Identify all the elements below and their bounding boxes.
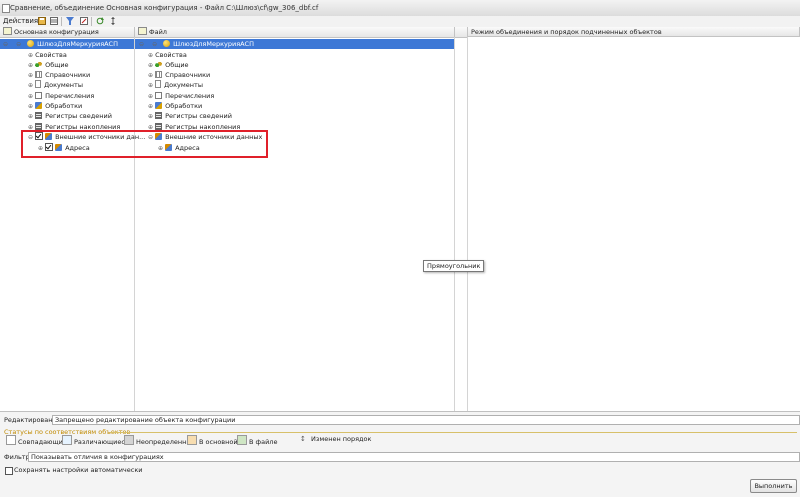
highlight-rectangle: [21, 130, 268, 158]
expand-icon[interactable]: ⊖: [152, 40, 157, 50]
divider: [134, 37, 135, 411]
edit-icon[interactable]: [80, 17, 88, 25]
configuration-icon: [163, 40, 171, 47]
filter-field[interactable]: Показывать отличия в конфигурациях: [28, 452, 800, 462]
autosave-label: Сохранять настройки автоматически: [14, 466, 143, 474]
tooltip: Прямоугольник: [423, 260, 485, 272]
common-icon: [35, 61, 43, 68]
tree-item-documents[interactable]: ⊕ Документы: [28, 80, 83, 90]
editing-field[interactable]: Запрещено редактирование объекта конфигу…: [52, 415, 800, 425]
tree-item-processings[interactable]: ⊕ Обработки: [28, 101, 82, 111]
configuration-icon: [27, 40, 35, 47]
enum-icon: [155, 92, 163, 99]
status-order-changed: ↕ Изменен порядок: [300, 435, 372, 443]
file-icon: [138, 27, 147, 35]
register-icon: [155, 123, 163, 130]
tree-item-enums[interactable]: ⊕ Перечисления: [148, 91, 214, 101]
tree-item-processings[interactable]: ⊕ Обработки: [148, 101, 202, 111]
config-icon: [3, 27, 12, 35]
expand-icon[interactable]: ⊕: [28, 112, 33, 122]
refresh-icon[interactable]: [96, 17, 104, 25]
tree-item-properties[interactable]: ⊕ Свойства: [148, 50, 187, 60]
status-in-main: В основной: [187, 435, 238, 446]
move-icon[interactable]: [109, 17, 117, 25]
autosave-checkbox[interactable]: [5, 467, 13, 475]
tree-item-info-registers[interactable]: ⊕ Регистры сведений: [28, 111, 112, 121]
register-icon: [35, 112, 43, 119]
document-icon: [155, 80, 162, 88]
status-swatch: [237, 435, 247, 445]
status-swatch: [124, 435, 134, 445]
tree-item-properties[interactable]: ⊕ Свойства: [28, 50, 67, 60]
tree-item-common[interactable]: ⊕ Общие: [28, 60, 69, 70]
order-changed-icon: ↕: [300, 435, 306, 443]
statuses-divider: [110, 432, 797, 433]
status-in-file: В файле: [237, 435, 277, 446]
expand-icon[interactable]: ⊖: [16, 40, 21, 50]
save-icon[interactable]: [38, 17, 46, 25]
expand-icon[interactable]: ⊕: [148, 112, 153, 122]
bottom-panel: Редактирование: Запрещено редактирование…: [0, 411, 800, 497]
tree-root-left[interactable]: ⊖ ⊖ ШлюзДляМеркурияАСП: [0, 39, 134, 49]
execute-button[interactable]: Выполнить: [750, 479, 797, 493]
status-different: Различающиеся: [62, 435, 129, 446]
toolbar-separator: [61, 17, 62, 26]
filter-icon[interactable]: [66, 17, 74, 25]
toolbar-separator: [91, 17, 92, 26]
status-swatch: [6, 435, 16, 445]
tree-item-info-registers[interactable]: ⊕ Регистры сведений: [148, 111, 232, 121]
register-icon: [35, 123, 43, 130]
status-match: Совпадающие: [6, 435, 67, 446]
divider: [454, 37, 455, 411]
comparison-grid: Основная конфигурация Файл Режим объедин…: [0, 27, 800, 411]
document-icon: [35, 80, 42, 88]
register-icon: [155, 112, 163, 119]
column-header-file[interactable]: Файл: [135, 27, 455, 38]
processing-icon: [35, 102, 43, 109]
window-titlebar: Сравнение, объединение Основная конфигур…: [0, 0, 800, 17]
expand-icon[interactable]: ⊕: [148, 81, 153, 91]
catalog-icon: [155, 71, 163, 78]
status-swatch: [62, 435, 72, 445]
compare-icon[interactable]: [50, 17, 58, 25]
tree-root-middle[interactable]: ⊖ ⊖ ШлюзДляМеркурияАСП: [135, 39, 454, 49]
status-undefined: Неопределенные: [124, 435, 196, 446]
app-icon: [2, 4, 10, 13]
tree-item-catalogs[interactable]: ⊕ Справочники: [28, 70, 90, 80]
expand-icon[interactable]: ⊖: [139, 40, 144, 50]
tree-item-documents[interactable]: ⊕ Документы: [148, 80, 203, 90]
enum-icon: [35, 92, 43, 99]
column-header-main-config[interactable]: Основная конфигурация: [0, 27, 135, 38]
common-icon: [155, 61, 163, 68]
expand-icon[interactable]: ⊕: [28, 81, 33, 91]
tree-item-common[interactable]: ⊕ Общие: [148, 60, 189, 70]
divider: [467, 37, 468, 411]
column-header-merge-mode[interactable]: Режим объединения и порядок подчиненных …: [468, 27, 800, 37]
processing-icon: [155, 102, 163, 109]
tree-item-enums[interactable]: ⊕ Перечисления: [28, 91, 94, 101]
status-swatch: [187, 435, 197, 445]
tree-item-catalogs[interactable]: ⊕ Справочники: [148, 70, 210, 80]
expand-icon[interactable]: ⊖: [3, 40, 8, 50]
catalog-icon: [35, 71, 43, 78]
window-title: Сравнение, объединение Основная конфигур…: [10, 4, 319, 12]
